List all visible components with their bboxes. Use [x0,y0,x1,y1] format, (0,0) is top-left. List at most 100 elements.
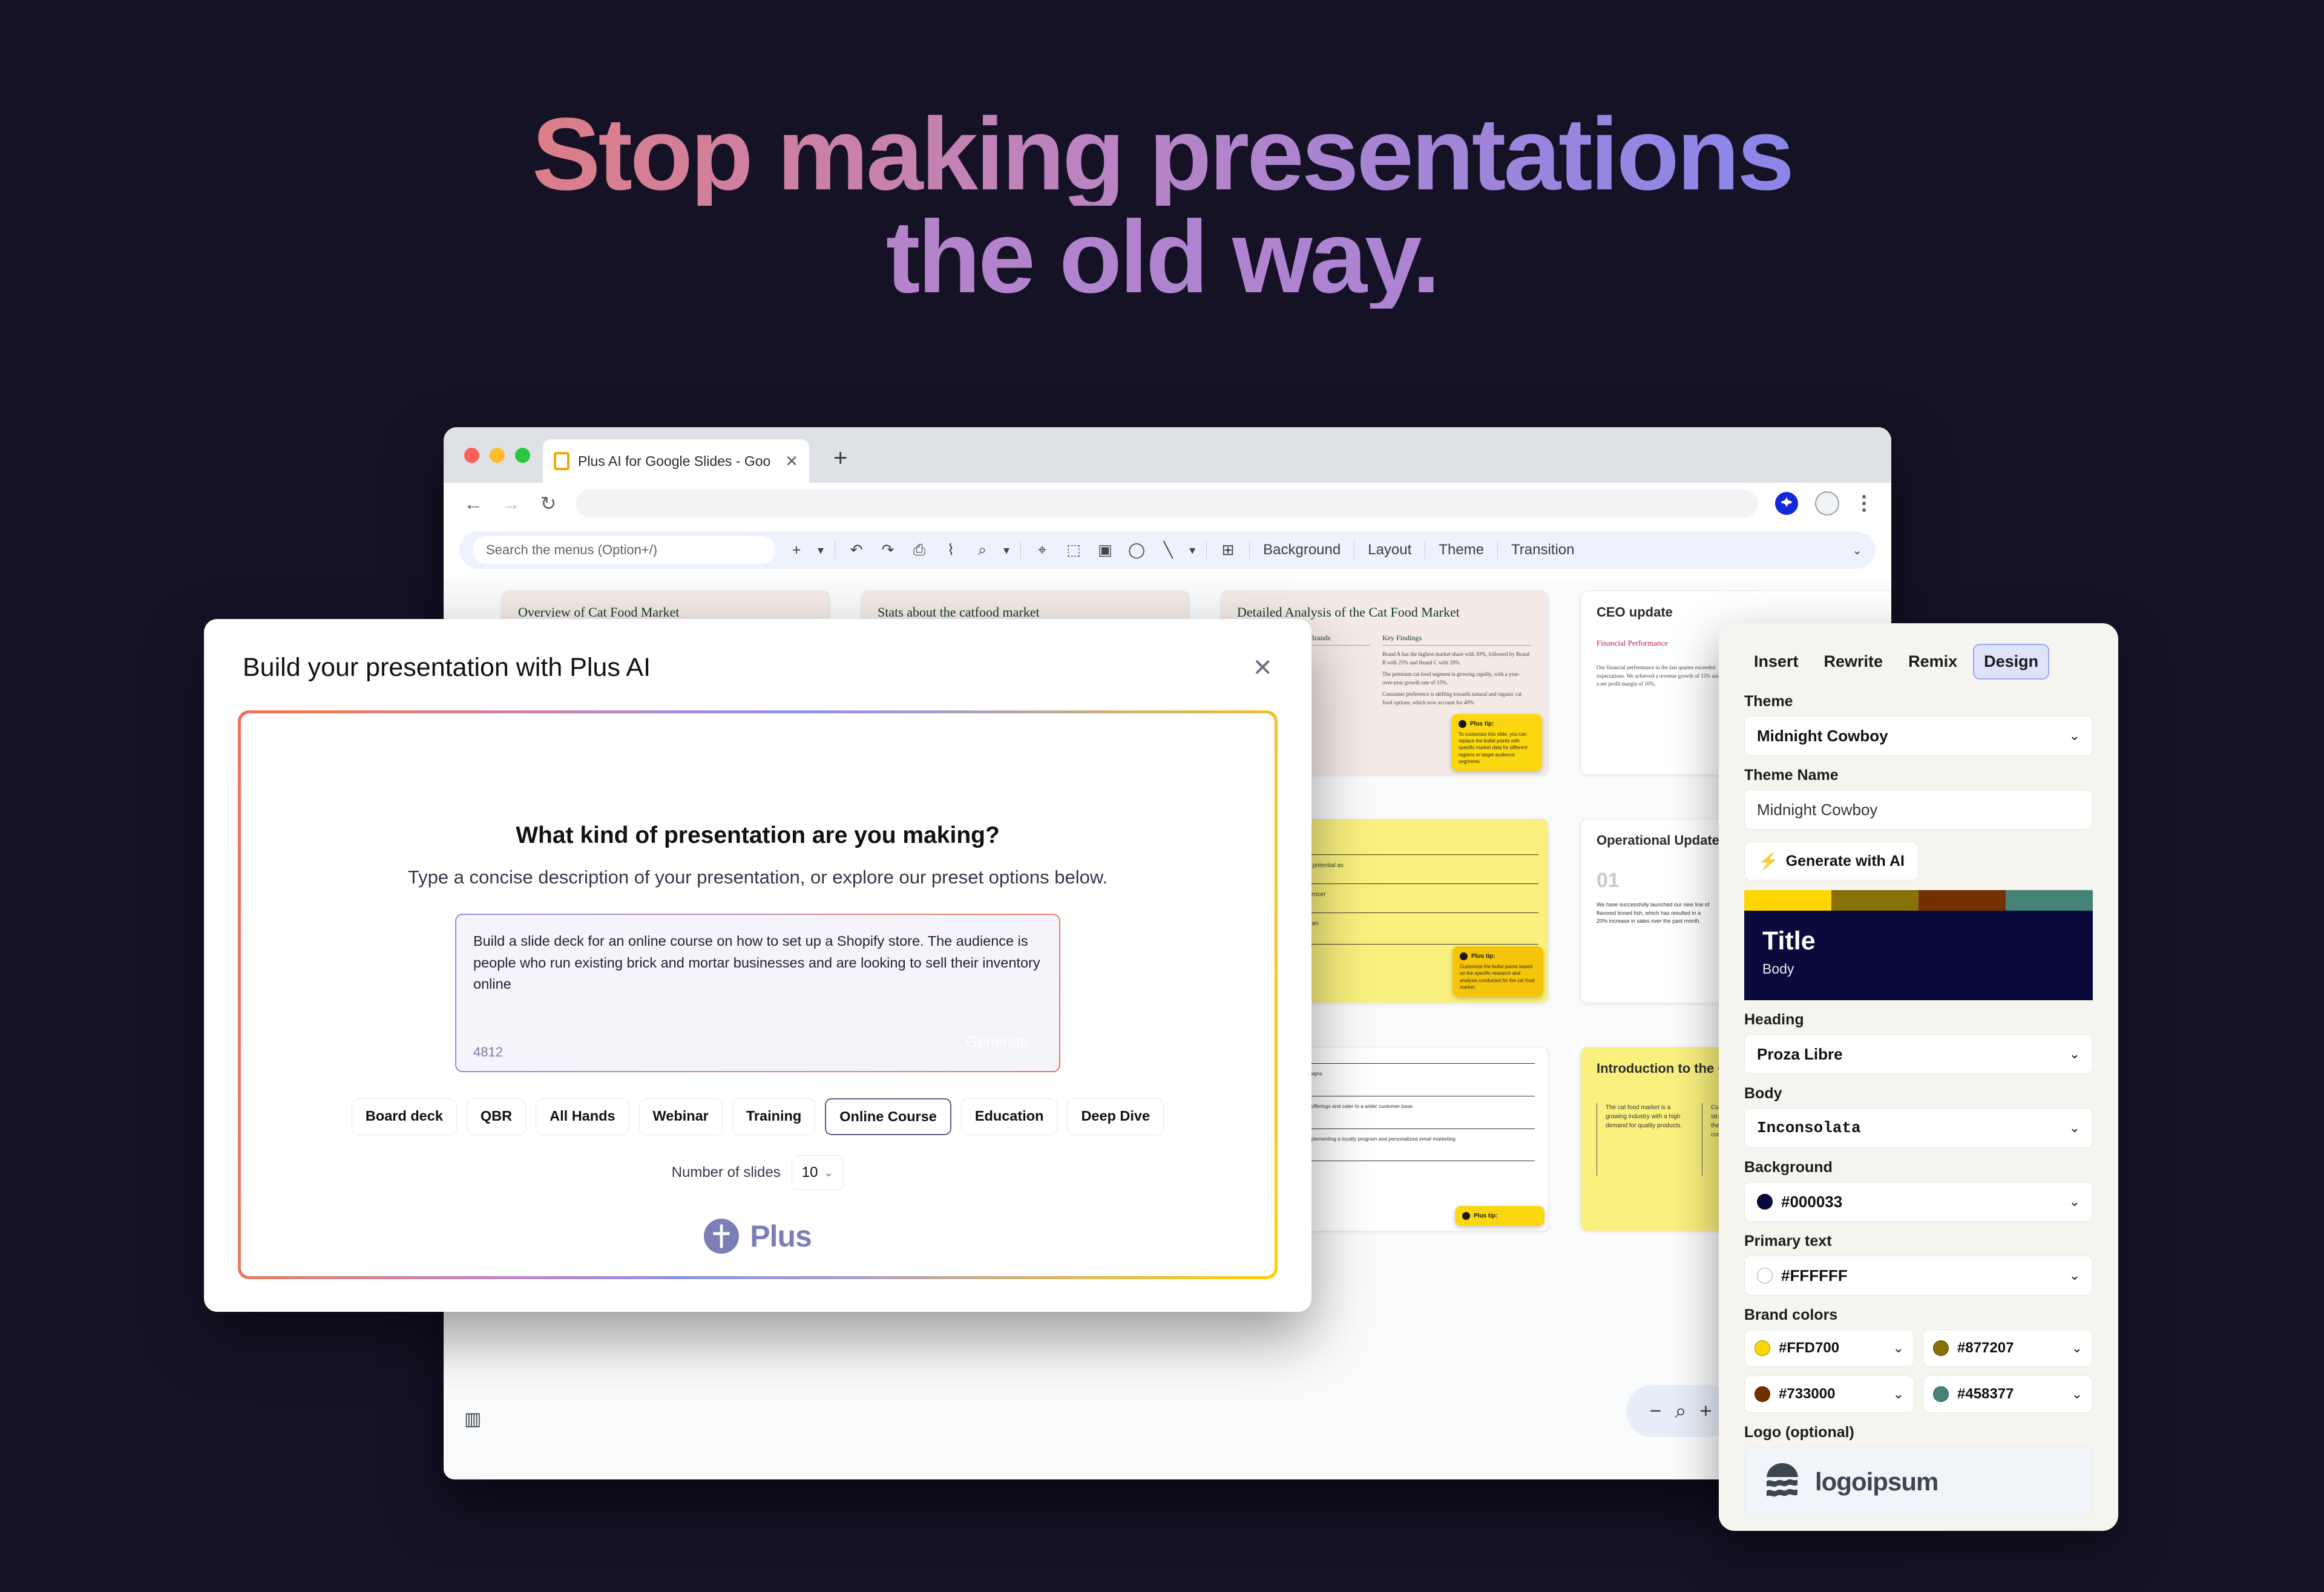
generate-button[interactable]: Generate [948,1023,1047,1061]
preset-chip-all-hands[interactable]: All Hands [536,1098,629,1135]
redo-icon[interactable]: ↷ [878,541,898,559]
heading-font-select[interactable]: Proza Libre ⌄ [1744,1034,2093,1074]
search-menus-input[interactable]: Search the menus (Option+/) [473,536,775,564]
textbox-icon[interactable]: ⬚ [1063,541,1084,559]
body-font-select[interactable]: Inconsolata ⌄ [1744,1108,2093,1148]
print-icon[interactable]: ⎙ [909,542,930,559]
preview-body: Body [1762,961,2075,977]
filmstrip-toggle-icon[interactable]: ▥ [464,1409,481,1430]
brand-color-4[interactable]: #458377 ⌄ [1923,1375,2093,1413]
tab-rewrite[interactable]: Rewrite [1814,645,1893,678]
select-icon[interactable]: ⌖ [1032,542,1052,559]
brand-color-3-value: #733000 [1779,1386,1835,1403]
back-icon[interactable]: ← [463,493,484,515]
slide-title: Overview of Cat Food Market [518,604,679,620]
maximize-window-button[interactable] [515,448,530,463]
menu-background[interactable]: Background [1261,542,1343,559]
plus-tip-title: Plus tip: [1471,953,1495,960]
zoom-icon[interactable]: ⌕ [972,542,993,559]
close-window-button[interactable] [464,448,479,463]
new-tab-button[interactable]: + [833,445,847,472]
shape-icon[interactable]: ◯ [1126,541,1147,559]
kebab-menu-icon[interactable] [1856,495,1872,512]
plus-tip-title: Plus tip: [1470,721,1494,727]
forward-icon[interactable]: → [501,493,521,515]
heading-font-value: Proza Libre [1757,1045,1843,1064]
avatar[interactable] [1815,491,1839,516]
swatch-1 [1744,890,1831,911]
undo-icon[interactable]: ↶ [846,541,867,559]
preset-chip-webinar[interactable]: Webinar [639,1098,723,1135]
logo-upload-box[interactable]: logoipsum [1744,1447,2093,1517]
close-tab-icon[interactable]: ✕ [785,453,798,469]
body-label: Body [1744,1085,2093,1102]
reload-icon[interactable]: ↻ [538,492,559,515]
slide-title: Stats about the catfood market [878,604,1040,620]
theme-select[interactable]: Midnight Cowboy ⌄ [1744,716,2093,756]
plus-tip-body: To customize this slide, you can replace… [1459,731,1535,765]
window-controls[interactable] [464,448,530,463]
close-icon[interactable]: ✕ [1252,656,1273,680]
theme-value: Midnight Cowboy [1757,727,1888,745]
color-swatch [1757,1268,1773,1283]
color-swatch [1757,1194,1773,1210]
plus-logo-icon [1460,952,1468,960]
menu-layout[interactable]: Layout [1365,542,1414,559]
primary-text-color-value: #FFFFFF [1781,1266,1848,1285]
brand-color-2[interactable]: #877207 ⌄ [1923,1329,2093,1367]
prompt-textarea[interactable]: Build a slide deck for an online course … [456,915,1059,1071]
number-of-slides-select[interactable]: 10 ⌄ [792,1155,844,1190]
divider [1206,541,1207,559]
image-icon[interactable]: ▣ [1095,541,1115,559]
design-panel: Insert Rewrite Remix Design Theme Midnig… [1719,623,2118,1531]
background-label: Background [1744,1159,2093,1176]
paint-format-icon[interactable]: ⌇ [940,541,961,559]
brand-color-3[interactable]: #733000 ⌄ [1744,1375,1914,1413]
preset-chip-board-deck[interactable]: Board deck [352,1098,457,1135]
plus-logo-icon [704,1219,739,1254]
tab-insert[interactable]: Insert [1744,645,1808,678]
slide-bullet: Consumer preference is shifting towards … [1382,690,1531,707]
plus-tip-title: Plus tip: [1474,1213,1497,1219]
preset-chip-qbr[interactable]: QBR [467,1098,526,1135]
caret-down-icon[interactable]: ▾ [1189,543,1195,558]
tab-design[interactable]: Design [1973,644,2049,680]
modal-header: Build your presentation with Plus AI ✕ [204,619,1311,683]
browser-tab[interactable]: Plus AI for Google Slides - Goo ✕ [543,439,809,483]
tab-remix[interactable]: Remix [1899,645,1967,678]
preset-chip-online-course[interactable]: Online Course [825,1098,951,1135]
logo-label: Logo (optional) [1744,1424,2093,1441]
comment-icon[interactable]: ⊞ [1218,541,1238,559]
theme-name-input[interactable]: Midnight Cowboy [1744,790,2093,830]
zoom-in-button[interactable]: + [1700,1400,1712,1423]
generate-with-ai-button[interactable]: ⚡ Generate with AI [1744,842,1919,880]
plus-icon[interactable]: + [786,542,807,559]
primary-text-color-select[interactable]: #FFFFFF ⌄ [1744,1256,2093,1296]
plus-logo-icon [1462,1212,1470,1220]
minimize-window-button[interactable] [490,448,505,463]
zoom-out-button[interactable]: − [1650,1400,1662,1423]
address-input[interactable] [576,490,1758,517]
menu-theme[interactable]: Theme [1436,542,1486,559]
heading-label: Heading [1744,1011,2093,1029]
line-icon[interactable]: ╲ [1158,541,1178,559]
caret-down-icon[interactable]: ▾ [1003,543,1009,558]
modal-subtitle: Type a concise description of your prese… [408,866,1108,888]
zoom-magnifier-icon[interactable]: ⌕ [1675,1400,1686,1423]
caret-down-icon[interactable]: ▾ [818,543,824,558]
plus-ai-extension-icon[interactable] [1775,492,1798,515]
theme-preview: Title Body [1744,890,2093,1000]
color-swatch [1754,1340,1770,1356]
menu-transition[interactable]: Transition [1509,542,1577,559]
number-of-slides-value: 10 [802,1164,818,1181]
preset-chip-training[interactable]: Training [732,1098,815,1135]
prompt-text-value: Build a slide deck for an online course … [473,931,1042,995]
hero-headline: Stop making presentations the old way. [0,103,2324,309]
preset-chip-deep-dive[interactable]: Deep Dive [1067,1098,1164,1135]
background-color-select[interactable]: #000033 ⌄ [1744,1182,2093,1222]
slide-title: CEO update [1597,604,1673,620]
chevron-down-icon[interactable]: ⌄ [1852,543,1862,558]
chevron-down-icon: ⌄ [2069,1120,2080,1136]
preset-chip-education[interactable]: Education [961,1098,1058,1135]
brand-color-1[interactable]: #FFD700 ⌄ [1744,1329,1914,1367]
